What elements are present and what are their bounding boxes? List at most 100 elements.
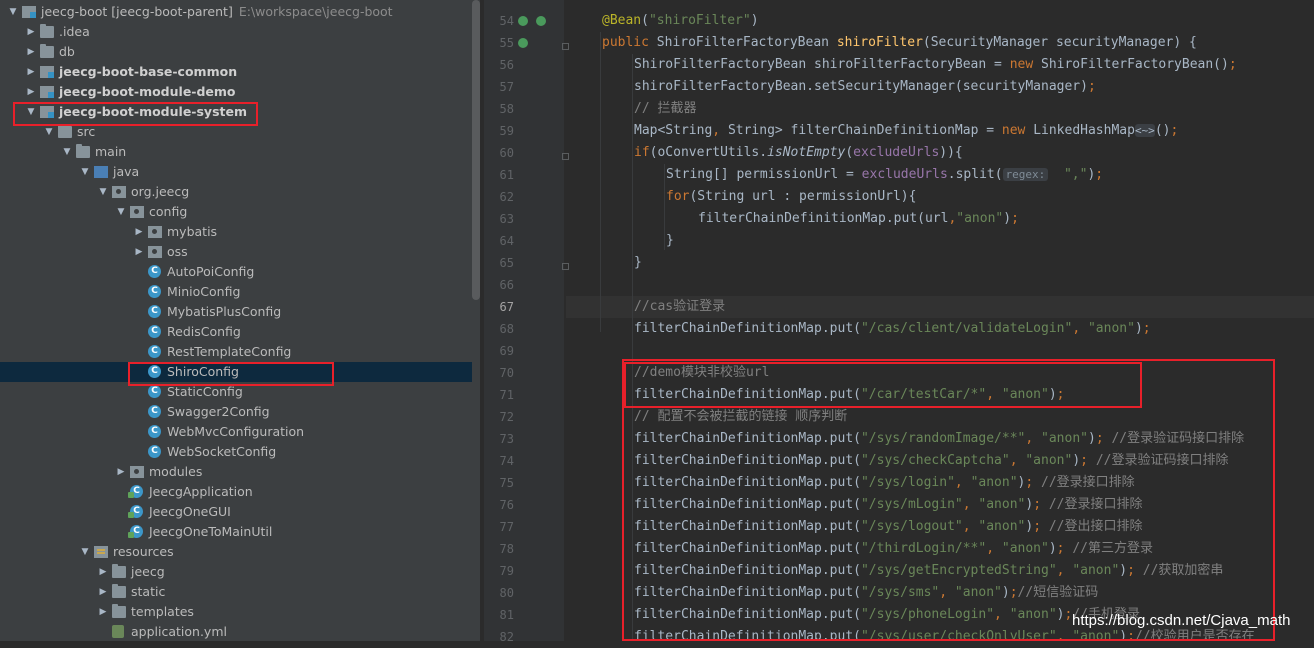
tree-item-swagger2config[interactable]: C Swagger2Config bbox=[0, 402, 472, 422]
tree-item-jeecgonegui[interactable]: C JeecgOneGUI bbox=[0, 502, 472, 522]
tree-item-config[interactable]: ▼ config bbox=[0, 202, 472, 222]
expand-arrow-icon[interactable]: ▼ bbox=[62, 142, 72, 162]
code-token: ShiroFilterFactoryBean() bbox=[1041, 57, 1229, 72]
tree-item-label: org.jeecg bbox=[131, 184, 190, 199]
collapse-arrow-icon[interactable]: ▶ bbox=[26, 62, 36, 82]
line-number: 66 bbox=[499, 278, 514, 292]
code-token: excludeUrls bbox=[853, 145, 940, 160]
tree-item-idea[interactable]: ▶ .idea bbox=[0, 22, 472, 42]
collapse-arrow-icon[interactable]: ▶ bbox=[98, 562, 108, 582]
code-string: "anon" bbox=[956, 211, 1004, 226]
tree-item-mybatisplusconfig[interactable]: C MybatisPlusConfig bbox=[0, 302, 472, 322]
spring-bean-gutter-icon[interactable] bbox=[536, 16, 546, 26]
tree-item-org-jeecg[interactable]: ▼ org.jeecg bbox=[0, 182, 472, 202]
module-folder-icon bbox=[22, 6, 36, 18]
class-icon: C bbox=[148, 425, 161, 438]
code-line[interactable]: //cas验证登录 bbox=[566, 296, 1314, 318]
code-line[interactable]: shiroFilterFactoryBean.setSecurityManage… bbox=[566, 76, 1314, 98]
module-folder-icon bbox=[40, 86, 54, 98]
class-icon: C bbox=[148, 345, 161, 358]
tree-item-resources[interactable]: ▼ resources bbox=[0, 542, 472, 562]
code-line[interactable]: for(String url : permissionUrl){ bbox=[566, 186, 1314, 208]
code-line[interactable]: public ShiroFilterFactoryBean shiroFilte… bbox=[566, 32, 1314, 54]
tree-item-resttemplateconfig[interactable]: C RestTemplateConfig bbox=[0, 342, 472, 362]
fold-marker-icon[interactable] bbox=[562, 263, 569, 270]
expand-arrow-icon[interactable]: ▼ bbox=[80, 162, 90, 182]
expand-arrow-icon[interactable]: ▼ bbox=[116, 202, 126, 222]
collapse-arrow-icon[interactable]: ▶ bbox=[26, 22, 36, 42]
tree-item-java[interactable]: ▼ java bbox=[0, 162, 472, 182]
line-number: 67 bbox=[499, 300, 514, 314]
tree-item-jeecg-boot-module-demo[interactable]: ▶ jeecg-boot-module-demo bbox=[0, 82, 472, 102]
tree-item-minioconfig[interactable]: C MinioConfig bbox=[0, 282, 472, 302]
tree-item-redisconfig[interactable]: C RedisConfig bbox=[0, 322, 472, 342]
project-path: E:\workspace\jeecg-boot bbox=[238, 4, 393, 19]
collapse-arrow-icon[interactable]: ▶ bbox=[98, 582, 108, 602]
collapse-arrow-icon[interactable]: ▶ bbox=[134, 242, 144, 262]
code-line[interactable]: ShiroFilterFactoryBean shiroFilterFactor… bbox=[566, 54, 1314, 76]
tree-item-label: jeecg-boot-base-common bbox=[59, 64, 238, 79]
code-token: ; bbox=[1095, 167, 1104, 182]
line-number: 57 bbox=[499, 80, 514, 94]
folder-icon bbox=[112, 584, 126, 598]
code-token: .split( bbox=[947, 167, 1003, 182]
collapse-arrow-icon[interactable]: ▶ bbox=[26, 82, 36, 102]
class-icon: C bbox=[148, 285, 161, 298]
line-number: 59 bbox=[499, 124, 514, 138]
parameter-hint: regex: bbox=[1002, 168, 1049, 181]
code-token: ) bbox=[750, 13, 759, 28]
code-line[interactable]: Map<String, String> filterChainDefinitio… bbox=[566, 120, 1314, 142]
tree-item-jeecg[interactable]: ▶ jeecg bbox=[0, 562, 472, 582]
code-token: ; bbox=[1011, 211, 1019, 226]
tree-item-jeecgonetomainutil[interactable]: C JeecgOneToMainUtil bbox=[0, 522, 472, 542]
tree-item-mybatis[interactable]: ▶ mybatis bbox=[0, 222, 472, 242]
code-token: ( bbox=[845, 145, 854, 160]
collapse-arrow-icon[interactable]: ▶ bbox=[98, 602, 108, 622]
tree-item-templates[interactable]: ▶ templates bbox=[0, 602, 472, 622]
fold-marker-icon[interactable] bbox=[562, 43, 569, 50]
code-token: new bbox=[1001, 123, 1034, 138]
tree-item-oss[interactable]: ▶ oss bbox=[0, 242, 472, 262]
expand-arrow-icon[interactable]: ▼ bbox=[80, 542, 90, 562]
expand-arrow-icon[interactable]: ▼ bbox=[98, 182, 108, 202]
collapse-arrow-icon[interactable]: ▶ bbox=[26, 42, 36, 62]
tree-item-modules[interactable]: ▶ modules bbox=[0, 462, 472, 482]
code-line[interactable]: String[] permissionUrl = excludeUrls.spl… bbox=[566, 164, 1314, 186]
code-line[interactable]: } bbox=[566, 252, 1314, 274]
code-line[interactable]: // 拦截器 bbox=[566, 98, 1314, 120]
code-line[interactable]: if(oConvertUtils.isNotEmpty(excludeUrls)… bbox=[566, 142, 1314, 164]
line-number: 77 bbox=[499, 520, 514, 534]
spring-bean-gutter-icon[interactable] bbox=[518, 16, 528, 26]
line-number: 76 bbox=[499, 498, 514, 512]
collapse-arrow-icon[interactable]: ▶ bbox=[134, 222, 144, 242]
tree-item-static[interactable]: ▶ static bbox=[0, 582, 472, 602]
fold-marker-icon[interactable] bbox=[562, 153, 569, 160]
tree-item-websocketconfig[interactable]: C WebSocketConfig bbox=[0, 442, 472, 462]
code-line[interactable]: } bbox=[566, 230, 1314, 252]
package-icon bbox=[130, 206, 144, 218]
tree-item-label: oss bbox=[167, 244, 188, 259]
code-line[interactable] bbox=[566, 274, 1314, 296]
tree-item-label: main bbox=[95, 144, 127, 159]
tree-item-jeecgapplication[interactable]: C JeecgApplication bbox=[0, 482, 472, 502]
project-tree-scrollbar[interactable] bbox=[472, 0, 480, 300]
tree-item-webmvcconfiguration[interactable]: C WebMvcConfiguration bbox=[0, 422, 472, 442]
tree-item-db[interactable]: ▶ db bbox=[0, 42, 472, 62]
line-number: 80 bbox=[499, 586, 514, 600]
code-line[interactable]: filterChainDefinitionMap.put("/cas/clien… bbox=[566, 318, 1314, 340]
tree-item-application-yml[interactable]: application.yml bbox=[0, 622, 472, 641]
tree-item-jeecg-boot-jeecg-boot-parent[interactable]: ▼ jeecg-boot [jeecg-boot-parent] E:\worksp… bbox=[0, 2, 472, 22]
expand-arrow-icon[interactable]: ▼ bbox=[8, 2, 18, 22]
spring-bean-gutter-icon[interactable] bbox=[518, 38, 528, 48]
collapse-arrow-icon[interactable]: ▶ bbox=[116, 462, 126, 482]
line-number: 81 bbox=[499, 608, 514, 622]
package-icon bbox=[148, 246, 162, 258]
code-line[interactable]: @Bean("shiroFilter") bbox=[566, 10, 1314, 32]
code-string: "shiroFilter" bbox=[648, 13, 751, 28]
tree-item-autopoiconfig[interactable]: C AutoPoiConfig bbox=[0, 262, 472, 282]
code-line[interactable]: filterChainDefinitionMap.put(url,"anon")… bbox=[566, 208, 1314, 230]
tree-item-main[interactable]: ▼ main bbox=[0, 142, 472, 162]
line-number: 69 bbox=[499, 344, 514, 358]
tree-item-label: WebMvcConfiguration bbox=[167, 424, 305, 439]
tree-item-jeecg-boot-base-common[interactable]: ▶ jeecg-boot-base-common bbox=[0, 62, 472, 82]
